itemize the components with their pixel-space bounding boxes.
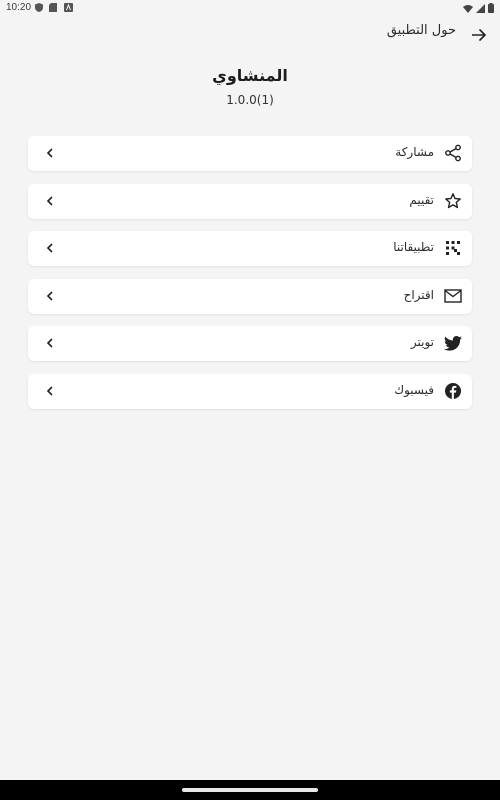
battery-icon xyxy=(488,3,494,16)
app-name: المنشاوي xyxy=(212,66,288,85)
shield-icon xyxy=(35,3,43,15)
menu-item-label: فيسبوك xyxy=(394,382,434,397)
menu-item-label: اقتراح xyxy=(403,287,434,302)
system-nav-bar xyxy=(0,780,500,800)
page-title: حول التطبيق xyxy=(386,23,456,38)
chevron-left-icon xyxy=(44,337,56,349)
chevron-left-icon xyxy=(44,195,56,207)
mail-icon xyxy=(444,287,462,305)
menu-item-label: مشاركة xyxy=(395,145,434,159)
chevron-left-icon xyxy=(44,385,56,397)
font-download-icon xyxy=(64,3,73,15)
about-menu-list: مشاركة تقييم تطبيقاتنا اقتراح تويتر فيسب… xyxy=(28,136,472,421)
menu-item-suggestion[interactable]: اقتراح xyxy=(28,278,472,314)
app-version: 1.0.0(1) xyxy=(226,93,274,107)
status-indicators xyxy=(463,3,494,16)
wifi-icon xyxy=(463,4,473,16)
chevron-left-icon xyxy=(44,242,56,254)
arrow-back-icon xyxy=(471,26,486,45)
menu-item-rate[interactable]: تقييم xyxy=(28,183,472,219)
menu-item-label: تويتر xyxy=(410,335,434,349)
menu-item-share[interactable]: مشاركة xyxy=(28,136,472,171)
sd-card-icon xyxy=(49,3,57,15)
status-bar: 10:20 xyxy=(0,0,500,16)
menu-item-our-apps[interactable]: تطبيقاتنا xyxy=(28,231,472,266)
facebook-icon xyxy=(444,382,462,400)
menu-item-facebook[interactable]: فيسبوك xyxy=(28,373,472,409)
app-bar: حول التطبيق xyxy=(0,18,500,48)
twitter-icon xyxy=(444,334,462,352)
chevron-left-icon xyxy=(44,290,56,302)
apps-grid-icon xyxy=(444,239,462,257)
menu-item-label: تقييم xyxy=(409,192,434,207)
chevron-left-icon xyxy=(44,147,56,159)
home-gesture-handle[interactable] xyxy=(182,788,318,792)
status-time: 10:20 xyxy=(6,2,32,13)
signal-icon xyxy=(476,3,485,16)
star-icon xyxy=(444,192,462,210)
back-button[interactable] xyxy=(468,24,490,46)
menu-item-label: تطبيقاتنا xyxy=(393,240,434,254)
menu-item-twitter[interactable]: تويتر xyxy=(28,326,472,361)
share-icon xyxy=(444,144,462,162)
